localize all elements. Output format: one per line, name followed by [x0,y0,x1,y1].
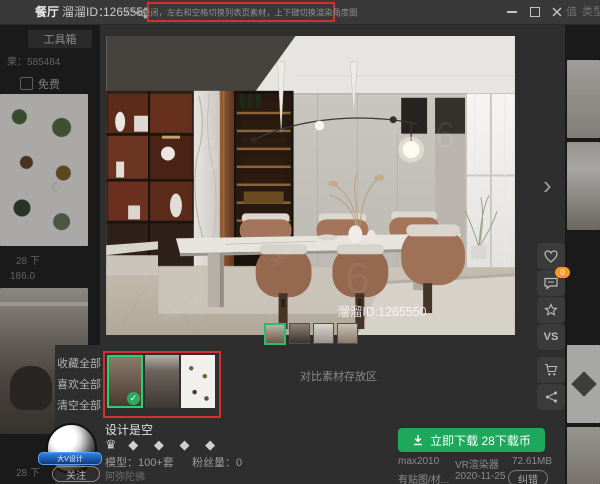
thumbnail-art [10,366,52,410]
page-title: 餐厅 [35,5,60,19]
date-value: 2020-11-25 [455,471,506,482]
close-button[interactable] [550,6,564,18]
background-thumbnail[interactable] [567,345,600,423]
download-icon [414,435,423,446]
thumbnail-art [570,371,597,397]
results-count: 果：585484 [7,57,61,68]
next-button[interactable]: › [543,172,552,198]
download-button[interactable]: 立即下载 28下载币 [398,428,545,452]
minimize-button[interactable] [505,6,519,18]
comment-count-badge: 0 [555,267,570,278]
angle-thumbnail[interactable] [289,323,310,344]
angle-thumbnail-strip [264,323,358,345]
comment-icon [544,277,558,290]
maximize-button[interactable] [528,6,542,18]
previous-button[interactable]: ‹ [50,172,59,198]
compare-item-selected[interactable]: ✓ [107,355,143,408]
background-thumbnail[interactable] [567,60,600,138]
filesize-value: 72.61MB [512,456,553,467]
designer-badge: 大V设计 [38,452,102,465]
diamond-rating-icons: ◆ ◆ ◆ ◆ [128,437,222,452]
keyboard-hint: ESC关闭，左右和空格切换列表页素材，上下键切换渲染角度图 [125,2,357,22]
designer-signature: 阿弥陀佛 [105,472,145,483]
heart-icon [544,249,558,263]
follow-button[interactable]: 关注 [52,466,100,482]
fans-count: 粉丝量：0 [192,457,243,469]
bg-list-meta: 28 下 [16,468,40,479]
free-checkbox-label: 免费 [38,79,60,91]
compare-item[interactable] [181,355,215,408]
share-icon [545,391,557,403]
cart-button[interactable] [537,357,565,383]
bg-text-fragment: 值 [566,6,577,18]
compare-item[interactable] [145,355,179,408]
compare-vs-button[interactable]: VS [537,324,565,350]
collect-all-button[interactable]: 收藏全部 [57,355,101,371]
bg-text-fragment: 类型 [582,6,600,18]
site-watermark-glyph: 6 [345,254,369,303]
star-icon [544,303,558,316]
watermark-id-text: 溜溜ID:1265550 [337,305,426,319]
designer-rating: ♛ ◆ ◆ ◆ ◆ [105,437,221,453]
render-preview: 6 6 6 3d66.com 3d66.com 溜溜ID:1265550 [105,36,515,336]
free-checkbox[interactable] [20,77,33,90]
format-value: max2010 [398,456,440,467]
titlebar: 餐厅 溜溜ID： 1265550 ESC关闭，左右和空格切换列表页素材，上下键切… [0,0,600,25]
maps-value: 有贴图/材... [398,475,450,484]
favorite-button[interactable] [537,243,565,269]
compare-storage-box: ✓ [103,351,221,418]
angle-thumbnail[interactable] [313,323,334,344]
star-button[interactable] [537,297,565,323]
report-error-button[interactable]: 纠错 [508,470,548,484]
share-button[interactable] [537,384,565,410]
background-thumbnail[interactable] [567,427,600,484]
download-button-label: 立即下载 28下载币 [430,433,531,448]
cart-icon [545,363,558,376]
material-thumbnail-plants[interactable] [0,94,88,246]
bg-list-meta: 28 下 [16,256,40,267]
crown-icon: ♛ [105,437,117,452]
bg-list-meta: 186.0 [10,271,36,282]
angle-thumbnail[interactable] [337,323,358,344]
renderer-value: VR渲染器 [455,460,499,471]
toolbox-button[interactable]: 工具箱 [28,30,92,48]
site-watermark-glyph: 6 [196,132,220,181]
background-thumbnail[interactable] [567,142,600,230]
compare-selected-badge: ✓ [127,392,140,405]
app-window: 工具箱 果：585484 免费 28 下 186.0 28 下 餐厅 溜溜ID：… [0,0,600,484]
designer-name: 设计是空 [105,423,154,437]
thumbnail-art [0,302,88,306]
like-all-button[interactable]: 喜欢全部 [57,376,101,392]
dining-room-render: 6 6 6 3d66.com 3d66.com 溜溜ID:1265550 [105,36,515,336]
storage-area-label: 对比素材存放区 [300,371,377,383]
clear-all-button[interactable]: 清空全部 [57,397,101,413]
angle-thumbnail-selected[interactable] [264,323,286,345]
background-results-column [565,24,600,484]
site-watermark-glyph: 6 [435,116,455,156]
